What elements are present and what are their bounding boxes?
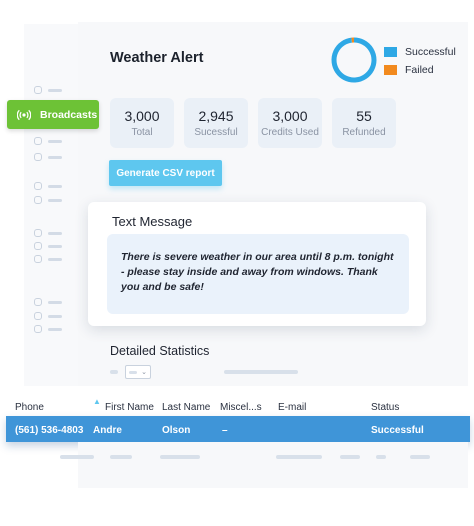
sidebar-placeholder-bar — [48, 88, 62, 92]
broadcasts-label: Broadcasts — [40, 108, 98, 121]
mic-icon — [34, 153, 42, 161]
sidebar-item-9[interactable] — [34, 298, 62, 306]
sidebar-item-7[interactable] — [34, 242, 62, 250]
sidebar-placeholder-bar — [48, 257, 62, 261]
sidebar-item-4[interactable] — [34, 182, 62, 190]
sidebar-item-broadcasts[interactable]: Broadcasts — [7, 100, 99, 129]
stat-value: 3,000 — [124, 108, 160, 124]
text-message-title: Text Message — [112, 214, 193, 229]
users-icon — [34, 255, 42, 263]
cell-miscellaneous: – — [222, 425, 228, 436]
generate-csv-button[interactable]: Generate CSV report — [109, 160, 222, 186]
sidebar-placeholder-bar — [48, 155, 62, 159]
sidebar-item-8[interactable] — [34, 255, 62, 263]
sidebar-item-2[interactable] — [34, 137, 62, 145]
stat-card-refunded: 55 Refunded — [332, 98, 396, 148]
sidebar-placeholder-bar — [48, 198, 62, 202]
donut-slice-successful — [331, 37, 377, 83]
sidebar-item-11[interactable] — [34, 325, 62, 333]
broadcast-icon — [17, 109, 31, 120]
user-icon — [34, 137, 42, 145]
column-header-first-name[interactable]: First Name — [105, 402, 154, 413]
sidebar-item-10[interactable] — [34, 312, 62, 320]
placeholder-bar — [60, 455, 94, 459]
cell-first-name: Andre — [93, 425, 122, 436]
column-header-phone[interactable]: Phone — [15, 402, 44, 413]
stat-value: 2,945 — [198, 108, 234, 124]
gear-icon — [34, 325, 42, 333]
stat-label: Refunded — [342, 127, 386, 138]
stat-label: Credits Used — [261, 127, 319, 138]
sidebar-placeholder-bar — [48, 244, 62, 248]
cell-last-name: Olson — [162, 425, 191, 436]
placeholder-bar — [340, 455, 360, 459]
phone-icon — [34, 229, 42, 237]
sidebar-placeholder-bar — [48, 184, 62, 188]
chat-icon — [34, 182, 42, 190]
select-placeholder-bar — [129, 370, 137, 374]
stat-card-credits-used: 3,000 Credits Used — [258, 98, 322, 148]
sidebar-placeholder-bar — [48, 327, 62, 331]
placeholder-bar — [276, 455, 322, 459]
stat-label: Sucessful — [194, 127, 238, 138]
stat-value: 55 — [356, 108, 372, 124]
sidebar-placeholder-bar — [48, 300, 62, 304]
table-body-placeholder — [78, 442, 468, 488]
sidebar-item-6[interactable] — [34, 229, 62, 237]
legend-item-successful: Successful — [384, 46, 456, 58]
legend-label-failed: Failed — [405, 64, 434, 76]
sidebar-placeholder-bar — [48, 139, 62, 143]
stat-card-successful: 2,945 Sucessful — [184, 98, 248, 148]
stat-card-total: 3,000 Total — [110, 98, 174, 148]
sidebar-item-3[interactable] — [34, 153, 62, 161]
stat-label: Total — [131, 127, 153, 138]
legend-swatch-successful — [384, 47, 397, 57]
legend-swatch-failed — [384, 65, 397, 75]
sidebar-placeholder-bar — [48, 231, 62, 235]
page-size-select[interactable]: ⌄ — [125, 365, 151, 379]
text-message-body: There is severe weather in our area unti… — [107, 234, 409, 314]
placeholder-bar — [160, 455, 200, 459]
chevron-down-icon: ⌄ — [141, 369, 147, 376]
page-title: Weather Alert — [110, 50, 204, 66]
help-icon — [34, 312, 42, 320]
cell-status: Successful — [371, 425, 424, 436]
placeholder-bar — [110, 455, 132, 459]
box-icon — [34, 242, 42, 250]
legend-item-failed: Failed — [384, 64, 434, 76]
column-header-status[interactable]: Status — [371, 402, 399, 413]
cell-phone: (561) 536-4803 — [15, 425, 84, 436]
legend-label-successful: Successful — [405, 46, 456, 58]
placeholder-bar — [110, 370, 118, 374]
detailed-statistics-title: Detailed Statistics — [110, 344, 210, 358]
column-header-last-name[interactable]: Last Name — [162, 402, 210, 413]
sidebar-item-1[interactable] — [34, 86, 62, 94]
column-header-email[interactable]: E-mail — [278, 402, 306, 413]
sidebar-placeholder-bar — [48, 314, 62, 318]
inbox-icon — [34, 196, 42, 204]
logout-icon — [34, 298, 42, 306]
placeholder-bar — [224, 370, 298, 374]
status-donut-chart — [331, 37, 377, 83]
placeholder-bar — [410, 455, 430, 459]
stat-value: 3,000 — [272, 108, 308, 124]
list-icon — [34, 86, 42, 94]
sort-up-icon[interactable]: ▲ — [93, 397, 101, 406]
column-header-miscellaneous[interactable]: Miscel...s — [220, 402, 262, 413]
sidebar-item-5[interactable] — [34, 196, 62, 204]
placeholder-bar — [376, 455, 386, 459]
